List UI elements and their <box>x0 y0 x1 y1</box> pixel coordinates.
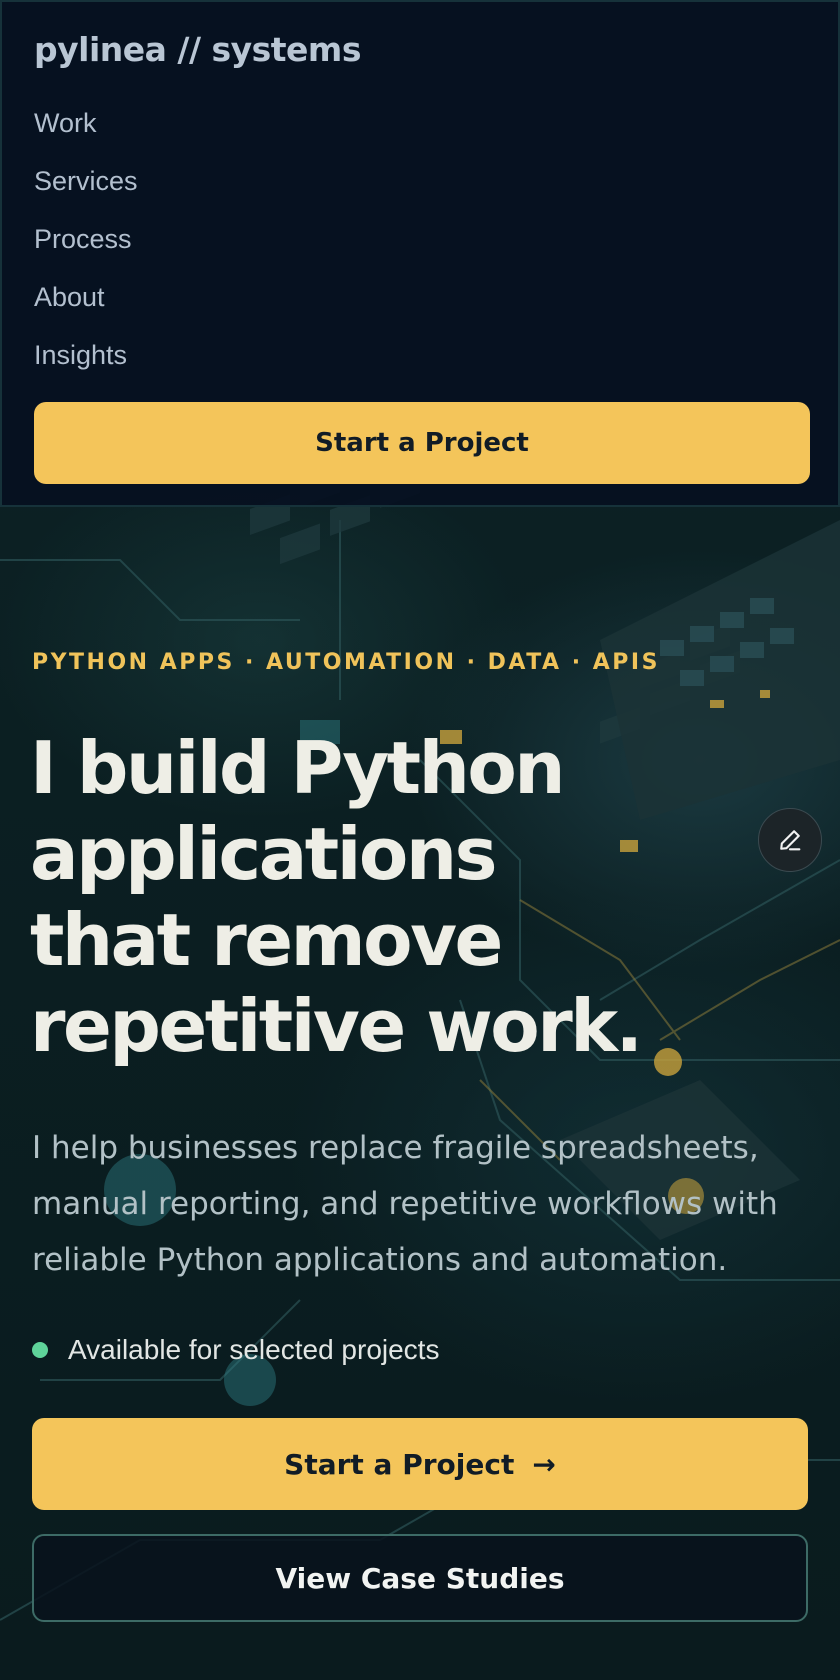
hero-start-project-label: Start a Project <box>284 1447 515 1481</box>
availability-text: Available for selected projects <box>68 1334 440 1365</box>
hero-start-project-button[interactable]: Start a Project → <box>32 1418 808 1510</box>
hero-description: I help businesses replace fragile spread… <box>32 1120 812 1288</box>
mobile-nav-menu: pylinea // systems Work Services Process… <box>0 0 840 507</box>
edit-button[interactable] <box>758 808 822 872</box>
page: pylinea // systems Work Services Process… <box>0 0 840 1680</box>
nav-start-project-button[interactable]: Start a Project <box>34 402 810 484</box>
description-line: manual reporting, and repetitive workflo… <box>32 1186 778 1222</box>
nav-item-insights[interactable]: Insights <box>34 334 138 392</box>
brand-logo[interactable]: pylinea // systems <box>34 30 361 69</box>
view-case-studies-button[interactable]: View Case Studies <box>32 1534 808 1622</box>
status-dot-icon <box>32 1342 48 1358</box>
headline-line: repetitive work. <box>30 984 643 1068</box>
nav-item-services[interactable]: Services <box>34 160 138 218</box>
description-line: reliable Python applications and automat… <box>32 1242 728 1278</box>
nav-item-about[interactable]: About <box>34 276 138 334</box>
nav-item-work[interactable]: Work <box>34 102 138 160</box>
hero-headline: I build Python applications that remove … <box>30 725 790 1069</box>
nav-item-process[interactable]: Process <box>34 218 138 276</box>
headline-line: applications <box>30 812 497 896</box>
availability-status: Available for selected projects <box>32 1334 439 1366</box>
description-line: I help businesses replace fragile spread… <box>32 1130 759 1166</box>
headline-line: I build Python <box>30 726 566 810</box>
arrow-right-icon: → <box>532 1447 556 1481</box>
headline-line: that remove <box>30 898 503 982</box>
pencil-icon <box>780 830 801 851</box>
hero-eyebrow: PYTHON APPS · AUTOMATION · DATA · APIS <box>32 650 660 675</box>
nav-list: Work Services Process About Insights <box>34 102 138 392</box>
